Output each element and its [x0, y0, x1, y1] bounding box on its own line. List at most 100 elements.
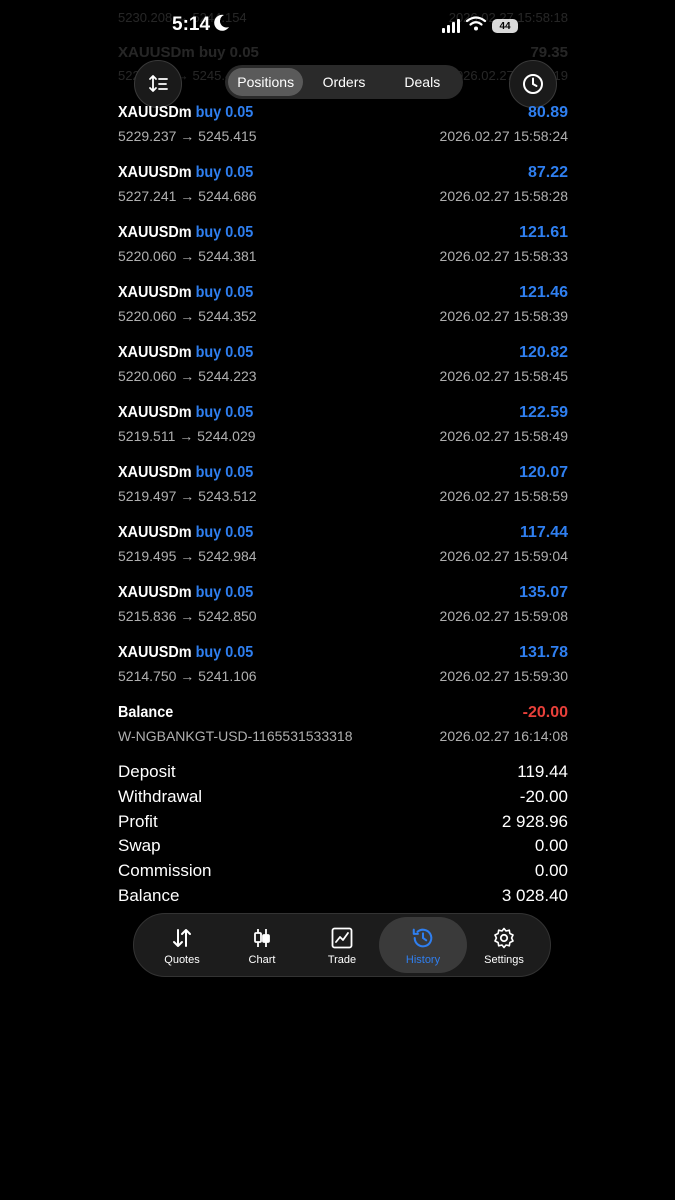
summary-profit: Profit 2 928.96	[118, 811, 568, 831]
trade-chart-icon	[331, 927, 353, 949]
deal-datetime: 2026.02.27 15:58:59	[439, 488, 568, 504]
deal-symbol: XAUUSDm	[118, 584, 192, 601]
nav-label: Chart	[248, 954, 276, 966]
deal-symbol: XAUUSDm	[118, 464, 192, 481]
list-item[interactable]: XAUUSDm buy 0.05 80.89 5229.237 → 5245.4…	[118, 104, 568, 164]
deal-symbol: XAUUSDm	[118, 644, 192, 661]
deal-symbol: XAUUSDm	[118, 164, 192, 181]
history-summary: Deposit 119.44 Withdrawal -20.00 Profit …	[118, 762, 568, 911]
tab-deals[interactable]: Deals	[385, 68, 460, 96]
list-item[interactable]: XAUUSDm buy 0.05 120.82 5220.060 → 5244.…	[118, 344, 568, 404]
nav-settings[interactable]: Settings	[464, 914, 544, 976]
list-item[interactable]: XAUUSDm buy 0.05 135.07 5215.836 → 5242.…	[118, 584, 568, 644]
deal-symbol: XAUUSDm	[118, 524, 192, 541]
nav-label: Settings	[484, 954, 524, 966]
list-item[interactable]: XAUUSDm buy 0.05 122.59 5219.511 → 5244.…	[118, 404, 568, 464]
list-item[interactable]: XAUUSDm buy 0.05 117.44 5219.495 → 5242.…	[118, 524, 568, 584]
deal-profit: 135.07	[519, 584, 568, 601]
candlestick-icon	[254, 929, 270, 947]
list-item[interactable]: XAUUSDm buy 0.05 120.07 5219.497 → 5243.…	[118, 464, 568, 524]
deal-datetime: 2026.02.27 15:58:39	[439, 308, 568, 324]
ghost-row: 5230.208 → 5244.154 2026.02.27 15:58:18	[118, 10, 568, 25]
quotes-icon	[173, 929, 191, 947]
deal-profit: 122.59	[519, 404, 568, 421]
deal-datetime: 2026.02.27 15:59:08	[439, 608, 568, 624]
balance-datetime: 2026.02.27 16:14:08	[439, 728, 568, 744]
deal-symbol: XAUUSDm	[118, 344, 192, 361]
summary-commission: Commission 0.00	[118, 861, 568, 881]
deal-direction: buy 0.05	[195, 164, 254, 181]
nav-label: Trade	[327, 954, 357, 966]
nav-label: History	[405, 954, 441, 966]
deal-direction: buy 0.05	[195, 524, 254, 541]
bottom-nav: Quotes Chart Trade History Settings	[133, 913, 551, 977]
deal-prices: 5214.750 → 5241.106	[118, 668, 257, 684]
tab-orders[interactable]: Orders	[303, 68, 384, 96]
nav-quotes[interactable]: Quotes	[142, 914, 222, 976]
deal-datetime: 2026.02.27 15:59:30	[439, 668, 568, 684]
balance-title: Balance	[118, 704, 174, 721]
deal-datetime: 2026.02.27 15:58:45	[439, 368, 568, 384]
summary-balance: Balance 3 028.40	[118, 885, 568, 905]
deal-prices: 5219.511 → 5244.029	[118, 428, 256, 444]
balance-entry[interactable]: Balance -20.00 W-NGBANKGT-USD-1165531533…	[118, 704, 568, 764]
deal-prices: 5227.241 → 5244.686	[118, 188, 257, 204]
nav-label: Quotes	[164, 954, 200, 966]
deal-direction: buy 0.05	[195, 284, 254, 301]
deal-direction: buy 0.05	[195, 104, 254, 121]
deal-datetime: 2026.02.27 15:58:24	[439, 128, 568, 144]
deal-symbol: XAUUSDm	[118, 404, 192, 421]
deal-datetime: 2026.02.27 15:58:28	[439, 188, 568, 204]
app-screen: 5:14 44 5230.208 → 5244.154 2026.02.27 1…	[108, 0, 578, 1200]
list-item[interactable]: XAUUSDm buy 0.05 131.78 5214.750 → 5241.…	[118, 644, 568, 704]
summary-deposit: Deposit 119.44	[118, 762, 568, 781]
list-item[interactable]: XAUUSDm buy 0.05 87.22 5227.241 → 5244.6…	[118, 164, 568, 224]
deal-direction: buy 0.05	[195, 584, 254, 601]
deal-profit: 121.61	[519, 224, 568, 241]
deal-prices: 5220.060 → 5244.352	[118, 308, 257, 324]
deal-profit: 131.78	[519, 644, 568, 661]
deal-direction: buy 0.05	[195, 464, 254, 481]
deal-prices: 5219.497 → 5243.512	[118, 488, 257, 504]
deal-profit: 120.07	[519, 464, 568, 481]
deal-profit: 87.22	[527, 164, 568, 181]
history-tabs: Positions Orders Deals	[225, 65, 463, 99]
deal-direction: buy 0.05	[195, 224, 254, 241]
deal-prices: 5219.495 → 5242.984	[118, 548, 257, 564]
deal-datetime: 2026.02.27 15:58:49	[439, 428, 568, 444]
deal-profit: 80.89	[527, 104, 568, 121]
list-item[interactable]: XAUUSDm buy 0.05 121.46 5220.060 → 5244.…	[118, 284, 568, 344]
history-icon	[412, 928, 433, 948]
deal-prices: 5220.060 → 5244.381	[118, 248, 257, 264]
nav-chart[interactable]: Chart	[222, 914, 302, 976]
deal-prices: 5229.237 → 5245.415	[118, 128, 257, 144]
gear-icon	[494, 927, 514, 949]
deal-prices: 5215.836 → 5242.850	[118, 608, 257, 624]
deal-datetime: 2026.02.27 15:58:33	[439, 248, 568, 264]
deal-direction: buy 0.05	[195, 404, 254, 421]
balance-amount: -20.00	[522, 704, 568, 721]
deal-profit: 120.82	[519, 344, 568, 361]
deal-profit: 121.46	[519, 284, 568, 301]
deal-symbol: XAUUSDm	[118, 284, 192, 301]
deals-list: XAUUSDm buy 0.05 80.89 5229.237 → 5245.4…	[118, 104, 568, 764]
list-item[interactable]: XAUUSDm buy 0.05 121.61 5220.060 → 5244.…	[118, 224, 568, 284]
deal-direction: buy 0.05	[195, 644, 254, 661]
period-button[interactable]	[509, 60, 557, 108]
nav-trade[interactable]: Trade	[302, 914, 382, 976]
tab-positions[interactable]: Positions	[228, 68, 304, 96]
clock-icon	[523, 74, 543, 94]
deal-profit: 117.44	[519, 524, 568, 541]
deal-symbol: XAUUSDm	[118, 104, 192, 121]
deal-symbol: XAUUSDm	[118, 224, 192, 241]
nav-history[interactable]: History	[379, 917, 467, 973]
deal-prices: 5220.060 → 5244.223	[118, 368, 257, 384]
deal-direction: buy 0.05	[195, 344, 254, 361]
deal-datetime: 2026.02.27 15:59:04	[439, 548, 568, 564]
balance-reference: W-NGBANKGT-USD-1165531533318	[118, 728, 353, 744]
sort-icon	[149, 75, 168, 92]
summary-withdrawal: Withdrawal -20.00	[118, 786, 568, 806]
sort-button[interactable]	[134, 60, 182, 108]
ghost-row: XAUUSDm buy 0.05 79.35	[118, 44, 568, 61]
summary-swap: Swap 0.00	[118, 836, 568, 856]
